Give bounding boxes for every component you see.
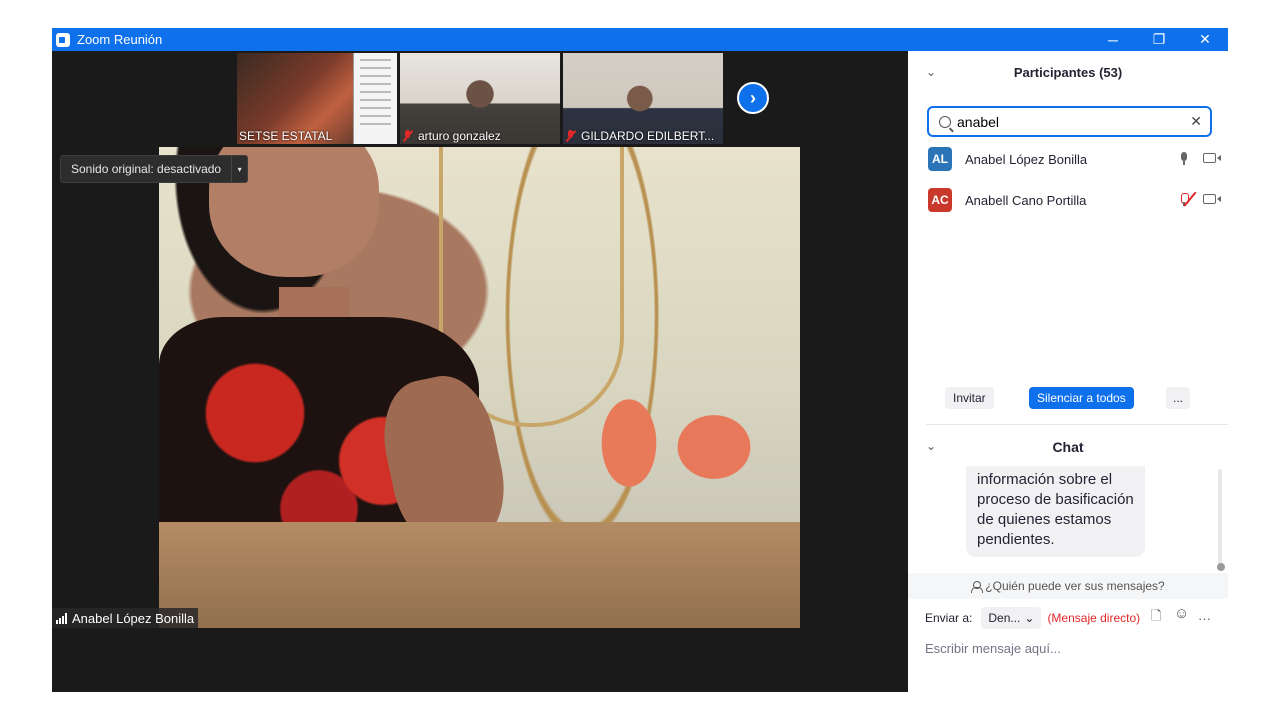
send-to-label: Enviar a:	[925, 611, 973, 625]
participant-name: Anabell Cano Portilla	[965, 192, 1087, 208]
more-options-button[interactable]: ...	[1166, 387, 1190, 409]
thumbnail-label: GILDARDO EDILBERT...	[565, 129, 714, 143]
restore-button[interactable]: ❐	[1136, 28, 1182, 51]
thumbnail-setse-estatal[interactable]: SETSE ESTATAL	[237, 53, 397, 144]
chat-message-input[interactable]: Escribir mensaje aquí...	[925, 641, 1061, 656]
scroll-to-bottom-indicator[interactable]	[1217, 563, 1225, 571]
direct-message-label: (Mensaje directo)	[1047, 611, 1141, 625]
original-sound-label: Sonido original: desactivado	[71, 162, 222, 176]
person-icon	[971, 580, 984, 593]
chat-title: Chat	[1052, 439, 1084, 455]
signal-strength-icon	[56, 612, 67, 624]
file-icon[interactable]: 🗋	[1151, 607, 1161, 629]
zoom-window: Zoom Reunión ─ ❐ ✕ SETSE ESTATAL arturo …	[52, 28, 1228, 692]
recipient-select[interactable]: Den... ⌄	[981, 607, 1042, 629]
invite-button[interactable]: Invitar	[945, 387, 994, 409]
participant-row[interactable]: AC Anabell Cano Portilla	[928, 187, 1221, 213]
video-camera-icon[interactable]	[1203, 153, 1221, 163]
mic-muted-icon	[402, 130, 413, 142]
participant-name: Anabel López Bonilla	[965, 151, 1088, 167]
original-sound-dropdown[interactable]: Sonido original: desactivado ▾	[60, 155, 249, 183]
avatar: AC	[928, 188, 952, 212]
video-camera-icon[interactable]	[1203, 194, 1221, 204]
emoji-icon[interactable]: ☺	[1174, 605, 1189, 622]
mute-all-button[interactable]: Silenciar a todos	[1029, 387, 1134, 409]
next-page-button[interactable]: ›	[737, 82, 769, 114]
participant-row[interactable]: AL Anabel López Bonilla	[928, 146, 1221, 172]
microphone-icon[interactable]	[1180, 152, 1188, 165]
minimize-button[interactable]: ─	[1090, 28, 1136, 51]
speaker-name-tag: Anabel López Bonilla	[52, 608, 199, 628]
search-input[interactable]	[957, 113, 1177, 130]
mic-muted-icon	[565, 130, 576, 142]
thumbnail-label: SETSE ESTATAL	[239, 129, 333, 143]
thumbnail-arturo-gonzalez[interactable]: arturo gonzalez	[400, 53, 560, 144]
avatar: AL	[928, 147, 952, 171]
who-can-see-text: ¿Quién puede ver sus mensajes?	[985, 579, 1165, 593]
search-icon	[939, 115, 951, 128]
side-panel: ⌄ Participantes (53) ✕ AL Anabel López B…	[908, 51, 1228, 692]
window-title: Zoom Reunión	[77, 32, 163, 47]
chevron-right-icon: ›	[750, 87, 756, 108]
clear-search-icon[interactable]: ✕	[1190, 113, 1202, 130]
chevron-down-icon: ⌄	[1024, 611, 1035, 625]
who-can-see-bar[interactable]: ¿Quién puede ver sus mensajes?	[908, 573, 1228, 599]
caret-down-icon[interactable]: ▾	[231, 156, 247, 182]
more-icon[interactable]: ···	[1198, 611, 1211, 626]
chat-message: información sobre el proceso de basifica…	[966, 466, 1145, 557]
chat-scrollbar[interactable]	[1218, 469, 1222, 565]
thumbnail-gildardo[interactable]: GILDARDO EDILBERT...	[563, 53, 723, 144]
thumbnail-label: arturo gonzalez	[402, 129, 501, 143]
divider	[926, 424, 1228, 425]
title-bar: Zoom Reunión ─ ❐ ✕	[52, 28, 1228, 51]
shared-screen-preview	[353, 53, 397, 144]
window-controls: ─ ❐ ✕	[1090, 28, 1228, 51]
participants-title: Participantes (53)	[1013, 65, 1123, 80]
video-stage: SETSE ESTATAL arturo gonzalez GILDARDO E…	[52, 51, 908, 692]
participant-search[interactable]: ✕	[927, 106, 1212, 137]
close-button[interactable]: ✕	[1182, 28, 1228, 51]
send-to-row: Enviar a: Den... ⌄ (Mensaje directo) 🗋 ☺ …	[925, 605, 1221, 629]
speaker-name: Anabel López Bonilla	[72, 610, 195, 626]
zoom-logo-icon	[56, 32, 70, 47]
active-speaker-video[interactable]	[159, 147, 800, 628]
